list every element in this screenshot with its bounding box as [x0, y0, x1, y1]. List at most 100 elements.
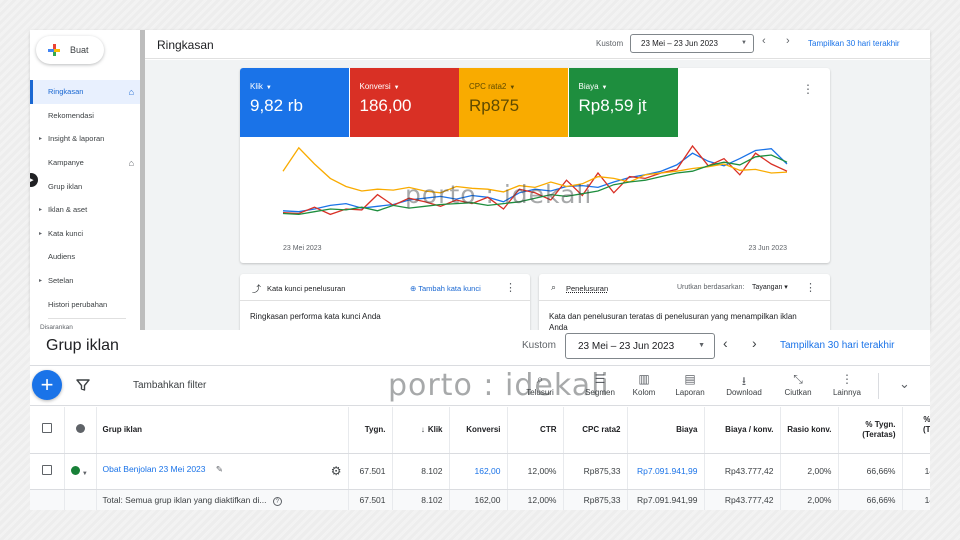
cell-conv-rate: 2,00% [780, 453, 839, 490]
col-impr-abs-top[interactable]: % Tygn. (Teratas Abs.) [902, 407, 930, 454]
date-range-picker[interactable]: 23 Mei – 23 Jun 2023 ▼ [630, 34, 754, 53]
series-line-cpc-rata2 [282, 146, 788, 194]
expand-caret-icon: ▸ [39, 230, 43, 237]
filter-icon[interactable] [76, 378, 90, 392]
series-line-klik [282, 148, 788, 213]
previous-period-icon[interactable]: ‹ [762, 35, 766, 47]
sidebar-nav: Ringkasan ⌂ Rekomendasi ▸ Insight & laporan K… [30, 80, 140, 316]
sidebar-item-setelan[interactable]: ▸ Setelan [30, 269, 140, 293]
cell-cost[interactable]: Rp7.091.941,99 [627, 453, 705, 490]
select-all-checkbox[interactable] [30, 407, 65, 454]
performance-line-chart: 23 Mei 2023 23 Jun 2023 [282, 144, 788, 252]
x-tick-start: 23 Mei 2023 [283, 245, 322, 252]
help-icon[interactable]: ? [272, 496, 282, 506]
lainnya-button[interactable]: ⋮ Lainnya [823, 372, 871, 397]
sidebar-item-iklan-aset[interactable]: ▸ Iklan & aset [30, 198, 140, 222]
total-label-cell: Total: Semua grup iklan yang diaktifkan … [96, 489, 349, 510]
download-button[interactable]: ⭳ Download [720, 372, 768, 397]
adgroups-table: Grup iklan Tygn. ↓ Klik Konversi CTR CPC … [30, 407, 930, 510]
add-filter-button[interactable]: Tambahkan filter [133, 380, 206, 391]
add-ad-group-button[interactable]: + [32, 370, 62, 400]
col-conv-rate[interactable]: Rasio konv. [780, 407, 839, 454]
sidebar-item-kampanye[interactable]: Kampanye ⌂ [30, 151, 140, 175]
add-keywords-link[interactable]: ⊕ Tambah kata kunci [410, 284, 481, 293]
total-avg-cpc: Rp875,33 [563, 489, 628, 510]
next-period-icon[interactable]: › [752, 335, 757, 351]
sidebar-item-label: Insight & laporan [48, 134, 105, 144]
columns-icon: ▥ [638, 372, 650, 386]
show-last-30-days-link[interactable]: Tampilkan 30 hari terakhir [808, 39, 900, 48]
col-cost[interactable]: Biaya [627, 407, 705, 454]
col-clicks[interactable]: ↓ Klik [392, 407, 450, 454]
total-impr-top: 66,66% [838, 489, 903, 510]
col-ctr[interactable]: CTR [507, 407, 564, 454]
show-last-30-days-link[interactable]: Tampilkan 30 hari terakhir [780, 340, 895, 351]
status-select[interactable]: ▼ [64, 453, 97, 490]
sort-value: Tayangan [752, 284, 783, 291]
chevron-down-icon: ▼ [81, 470, 88, 477]
page-title: Ringkasan [157, 38, 214, 52]
table-toolbar: + Tambahkan filter ⌕ Telusuri ☰ Segmen ▥ Kolo… [30, 366, 930, 406]
sidebar-item-label: Kata kunci [48, 228, 84, 238]
sidebar-item-grup-iklan[interactable]: Grup iklan [30, 174, 140, 198]
total-label: Total: Semua grup iklan yang diaktifkan … [102, 494, 267, 505]
row-checkbox[interactable] [30, 453, 65, 490]
ad-group-name-link[interactable]: Obat Benjolan 23 Mei 2023 [103, 464, 206, 474]
total-impressions: 67.501 [348, 489, 393, 510]
segmen-button[interactable]: ☰ Segmen [576, 372, 624, 397]
page-title: Grup iklan [46, 337, 119, 354]
trend-icon: ⤴ [252, 284, 262, 294]
sort-select[interactable]: Tayangan ▾ [752, 283, 788, 291]
col-ad-group[interactable]: Grup iklan [96, 407, 349, 454]
col-cost-per-conv[interactable]: Biaya / konv. [704, 407, 781, 454]
sidebar-item-insight-laporan[interactable]: ▸ Insight & laporan [30, 127, 140, 151]
total-row: Total: Semua grup iklan yang diaktifkan … [30, 489, 930, 510]
tool-label: Download [726, 388, 762, 397]
create-label: Buat [70, 45, 89, 55]
sidebar-item-histori-perubahan[interactable]: Histori perubahan [30, 292, 140, 316]
next-period-icon[interactable]: › [786, 35, 790, 47]
laporan-button[interactable]: ▤ Laporan [666, 372, 714, 397]
more-options-icon[interactable]: ⋮ [805, 281, 816, 294]
edit-pencil-icon[interactable]: ✎ [216, 464, 223, 474]
searches-card-body: Kata dan penelusuran teratas di penelusu… [549, 312, 797, 330]
more-options-icon[interactable]: ⋮ [505, 281, 516, 294]
date-preset-label: Kustom [522, 340, 556, 351]
add-keywords-label: Tambah kata kunci [418, 284, 481, 293]
adgroups-screenshot: Grup iklan Kustom 23 Mei – 23 Jun 2023 ▼… [30, 330, 930, 510]
keywords-card-title: Kata kunci penelusuran [267, 284, 346, 293]
expand-icon[interactable]: ⌄ [899, 376, 910, 392]
sidebar-item-kata-kunci[interactable]: ▸ Kata kunci [30, 222, 140, 246]
col-impr-top[interactable]: % Tygn. (Teratas) [838, 407, 903, 454]
total-conv-rate: 2,00% [780, 489, 839, 510]
ciutkan-button[interactable]: ⤡ Ciutkan [774, 372, 822, 397]
col-clicks-label: Klik [427, 424, 443, 434]
cell-conversions[interactable]: 162,00 [449, 453, 508, 490]
sidebar-item-audiens[interactable]: Audiens [30, 245, 140, 269]
expand-caret-icon: ▸ [39, 136, 43, 143]
divider [48, 318, 126, 319]
home-icon: ⌂ [128, 86, 134, 97]
segment-icon: ☰ [594, 372, 606, 386]
telusuri-button[interactable]: ⌕ Telusuri [516, 372, 564, 397]
sidebar-item-ringkasan[interactable]: Ringkasan ⌂ [30, 80, 140, 104]
previous-period-icon[interactable]: ‹ [723, 335, 728, 351]
gear-icon[interactable]: ⚙ [331, 464, 342, 478]
sidebar-item-label: Kampanye [48, 158, 84, 168]
total-cost-per-conv: Rp43.777,42 [704, 489, 781, 510]
col-avg-cpc[interactable]: CPC rata2 [563, 407, 628, 454]
sidebar-item-suggested[interactable]: Disarankan [30, 320, 140, 331]
sort-label: Urutkan berdasarkan: [677, 284, 745, 291]
create-button[interactable]: Buat [36, 36, 104, 64]
date-range-picker[interactable]: 23 Mei – 23 Jun 2023 ▼ [565, 333, 715, 359]
cell-ctr: 12,00% [507, 453, 564, 490]
search-icon: ⌕ [536, 372, 544, 386]
overview-screenshot: Buat Ringkasan ⌂ Rekomendasi ▸ Insight & lap… [30, 30, 930, 330]
col-conversions[interactable]: Konversi [449, 407, 508, 454]
total-ctr: 12,00% [507, 489, 564, 510]
sidebar-item-rekomendasi[interactable]: Rekomendasi [30, 104, 140, 128]
cell-impressions: 67.501 [348, 453, 393, 490]
kolom-button[interactable]: ▥ Kolom [620, 372, 668, 397]
col-impressions[interactable]: Tygn. [348, 407, 393, 454]
cell-clicks: 8.102 [392, 453, 450, 490]
